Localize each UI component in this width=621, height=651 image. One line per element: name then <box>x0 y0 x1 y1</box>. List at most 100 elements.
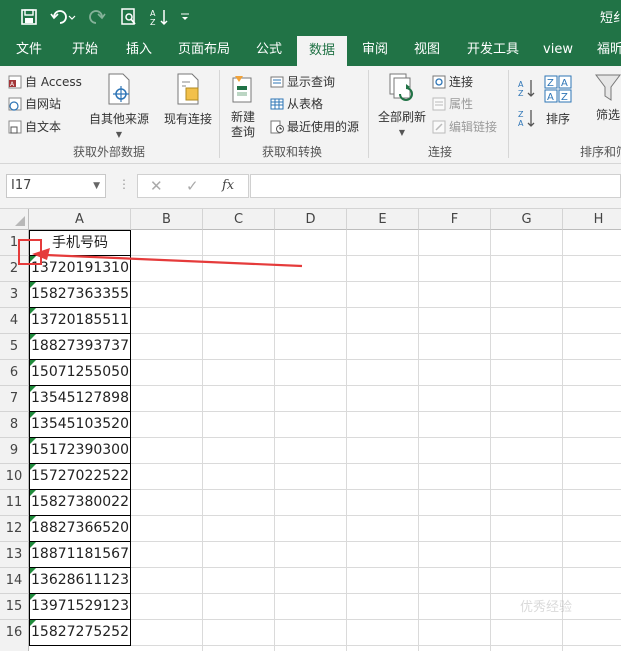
row-header-6[interactable]: 6 <box>0 360 29 386</box>
formula-input[interactable] <box>250 174 621 198</box>
sort-button[interactable]: ZAAZ 排序 <box>540 74 576 127</box>
error-indicator-icon[interactable] <box>30 438 36 444</box>
sort-icon[interactable]: AZ <box>148 6 172 28</box>
row-header-7[interactable]: 7 <box>0 386 29 412</box>
enter-button[interactable]: ✓ <box>186 177 199 195</box>
print-preview-icon[interactable] <box>118 6 140 28</box>
cell-a6-value: 15071255050 <box>31 364 129 380</box>
connections-button[interactable]: 连接 <box>432 73 473 90</box>
from-table-button[interactable]: 从表格 <box>270 95 323 112</box>
column-header-f[interactable]: F <box>419 209 491 230</box>
tab-review[interactable]: 审阅 <box>352 34 398 66</box>
cell-a16[interactable]: 15827275252 <box>29 620 131 646</box>
refresh-all-label: 全部刷新 <box>377 110 426 124</box>
formula-bar-grip-icon: ⋮ <box>118 177 130 191</box>
error-indicator-icon[interactable] <box>30 334 36 340</box>
error-indicator-icon[interactable] <box>30 542 36 548</box>
column-header-d[interactable]: D <box>275 209 347 230</box>
cell-a5[interactable]: 18827393737 <box>29 334 131 360</box>
new-query-button[interactable]: 新建 查询 <box>224 72 262 140</box>
gridline <box>562 230 563 651</box>
cell-a15[interactable]: 13971529123 <box>29 594 131 620</box>
save-icon[interactable] <box>18 6 40 28</box>
edit-links-button[interactable]: 编辑链接 <box>432 118 497 135</box>
name-box[interactable]: I17 ▼ <box>6 174 106 198</box>
chevron-down-icon[interactable]: ▼ <box>93 175 100 197</box>
redo-icon[interactable] <box>84 6 114 28</box>
row-header-9[interactable]: 9 <box>0 438 29 464</box>
row-header-4[interactable]: 4 <box>0 308 29 334</box>
cell-a10[interactable]: 15727022522 <box>29 464 131 490</box>
tab-page-layout[interactable]: 页面布局 <box>172 34 236 66</box>
column-header-h[interactable]: H <box>563 209 621 230</box>
error-indicator-icon[interactable] <box>30 282 36 288</box>
cell-a4[interactable]: 13720185511 <box>29 308 131 334</box>
error-indicator-icon[interactable] <box>30 516 36 522</box>
customize-qat-icon[interactable] <box>178 6 192 28</box>
sort-az-button[interactable]: AZ <box>518 78 536 98</box>
column-header-e[interactable]: E <box>347 209 419 230</box>
cell-a12[interactable]: 18827366520 <box>29 516 131 542</box>
group-sort-filter: 排序和筛 <box>580 145 621 159</box>
row-header-16[interactable]: 16 <box>0 620 29 651</box>
sort-za-button[interactable]: ZA <box>518 108 536 128</box>
error-indicator-icon[interactable] <box>30 620 36 626</box>
ribbon-data: A 自 Access 自网站 自文本 自其他来源 ▼ 现有连接 获取外部数据 新… <box>0 66 621 164</box>
tab-home[interactable]: 开始 <box>62 34 108 66</box>
cell-a8[interactable]: 13545103520 <box>29 412 131 438</box>
error-indicator-icon[interactable] <box>30 360 36 366</box>
properties-button[interactable]: 属性 <box>432 95 473 112</box>
error-indicator-icon[interactable] <box>30 490 36 496</box>
row-header-8[interactable]: 8 <box>0 412 29 438</box>
row-header-14[interactable]: 14 <box>0 568 29 594</box>
other-sources-button[interactable]: 自其他来源 ▼ <box>88 72 150 142</box>
cell-a3[interactable]: 15827363355 <box>29 282 131 308</box>
row-header-13[interactable]: 13 <box>0 542 29 568</box>
tab-insert[interactable]: 插入 <box>116 34 162 66</box>
existing-connections-button[interactable]: 现有连接 <box>160 72 216 127</box>
tab-view[interactable]: 视图 <box>404 34 450 66</box>
cell-a13[interactable]: 18871181567 <box>29 542 131 568</box>
cell-a9[interactable]: 15172390300 <box>29 438 131 464</box>
tab-formulas[interactable]: 公式 <box>246 34 292 66</box>
column-header-b[interactable]: B <box>131 209 203 230</box>
tab-file[interactable]: 文件 <box>6 34 52 66</box>
from-web-button[interactable]: 自网站 <box>8 95 61 112</box>
tab-foxit[interactable]: 福昕 <box>590 34 621 66</box>
recent-sources-button[interactable]: 最近使用的源 <box>270 118 359 135</box>
error-indicator-icon[interactable] <box>30 568 36 574</box>
cell-a7[interactable]: 13545127898 <box>29 386 131 412</box>
column-header-g[interactable]: G <box>491 209 563 230</box>
error-indicator-icon[interactable] <box>30 412 36 418</box>
cell-a11[interactable]: 15827380022 <box>29 490 131 516</box>
undo-icon[interactable] <box>48 6 78 28</box>
cell-a6[interactable]: 15071255050 <box>29 360 131 386</box>
error-indicator-icon[interactable] <box>30 464 36 470</box>
column-header-a[interactable]: A <box>29 209 131 230</box>
error-indicator-icon[interactable] <box>30 594 36 600</box>
error-indicator-icon[interactable] <box>30 308 36 314</box>
row-header-15[interactable]: 15 <box>0 594 29 620</box>
insert-function-button[interactable]: fx <box>222 178 234 193</box>
show-queries-button[interactable]: 显示查询 <box>270 73 335 90</box>
from-access-button[interactable]: A 自 Access <box>8 73 82 90</box>
select-all-button[interactable] <box>0 209 29 230</box>
svg-text:Z: Z <box>518 110 524 119</box>
row-header-5[interactable]: 5 <box>0 334 29 360</box>
tab-data[interactable]: 数据 <box>297 36 347 68</box>
row-header-10[interactable]: 10 <box>0 464 29 490</box>
tab-view-en[interactable]: view <box>536 34 580 66</box>
row-header-3[interactable]: 3 <box>0 282 29 308</box>
cell-a14[interactable]: 13628611123 <box>29 568 131 594</box>
from-text-button[interactable]: 自文本 <box>8 118 61 135</box>
web-icon <box>8 97 22 111</box>
cancel-button[interactable]: ✕ <box>150 177 163 195</box>
row-header-11[interactable]: 11 <box>0 490 29 516</box>
tab-developer[interactable]: 开发工具 <box>460 34 526 66</box>
row-header-12[interactable]: 12 <box>0 516 29 542</box>
column-header-c[interactable]: C <box>203 209 275 230</box>
filter-button[interactable]: 筛选 <box>588 72 621 123</box>
chevron-down-icon: ▼ <box>115 130 123 139</box>
error-indicator-icon[interactable] <box>30 386 36 392</box>
refresh-all-button[interactable]: 全部刷新 ▼ <box>374 72 430 140</box>
